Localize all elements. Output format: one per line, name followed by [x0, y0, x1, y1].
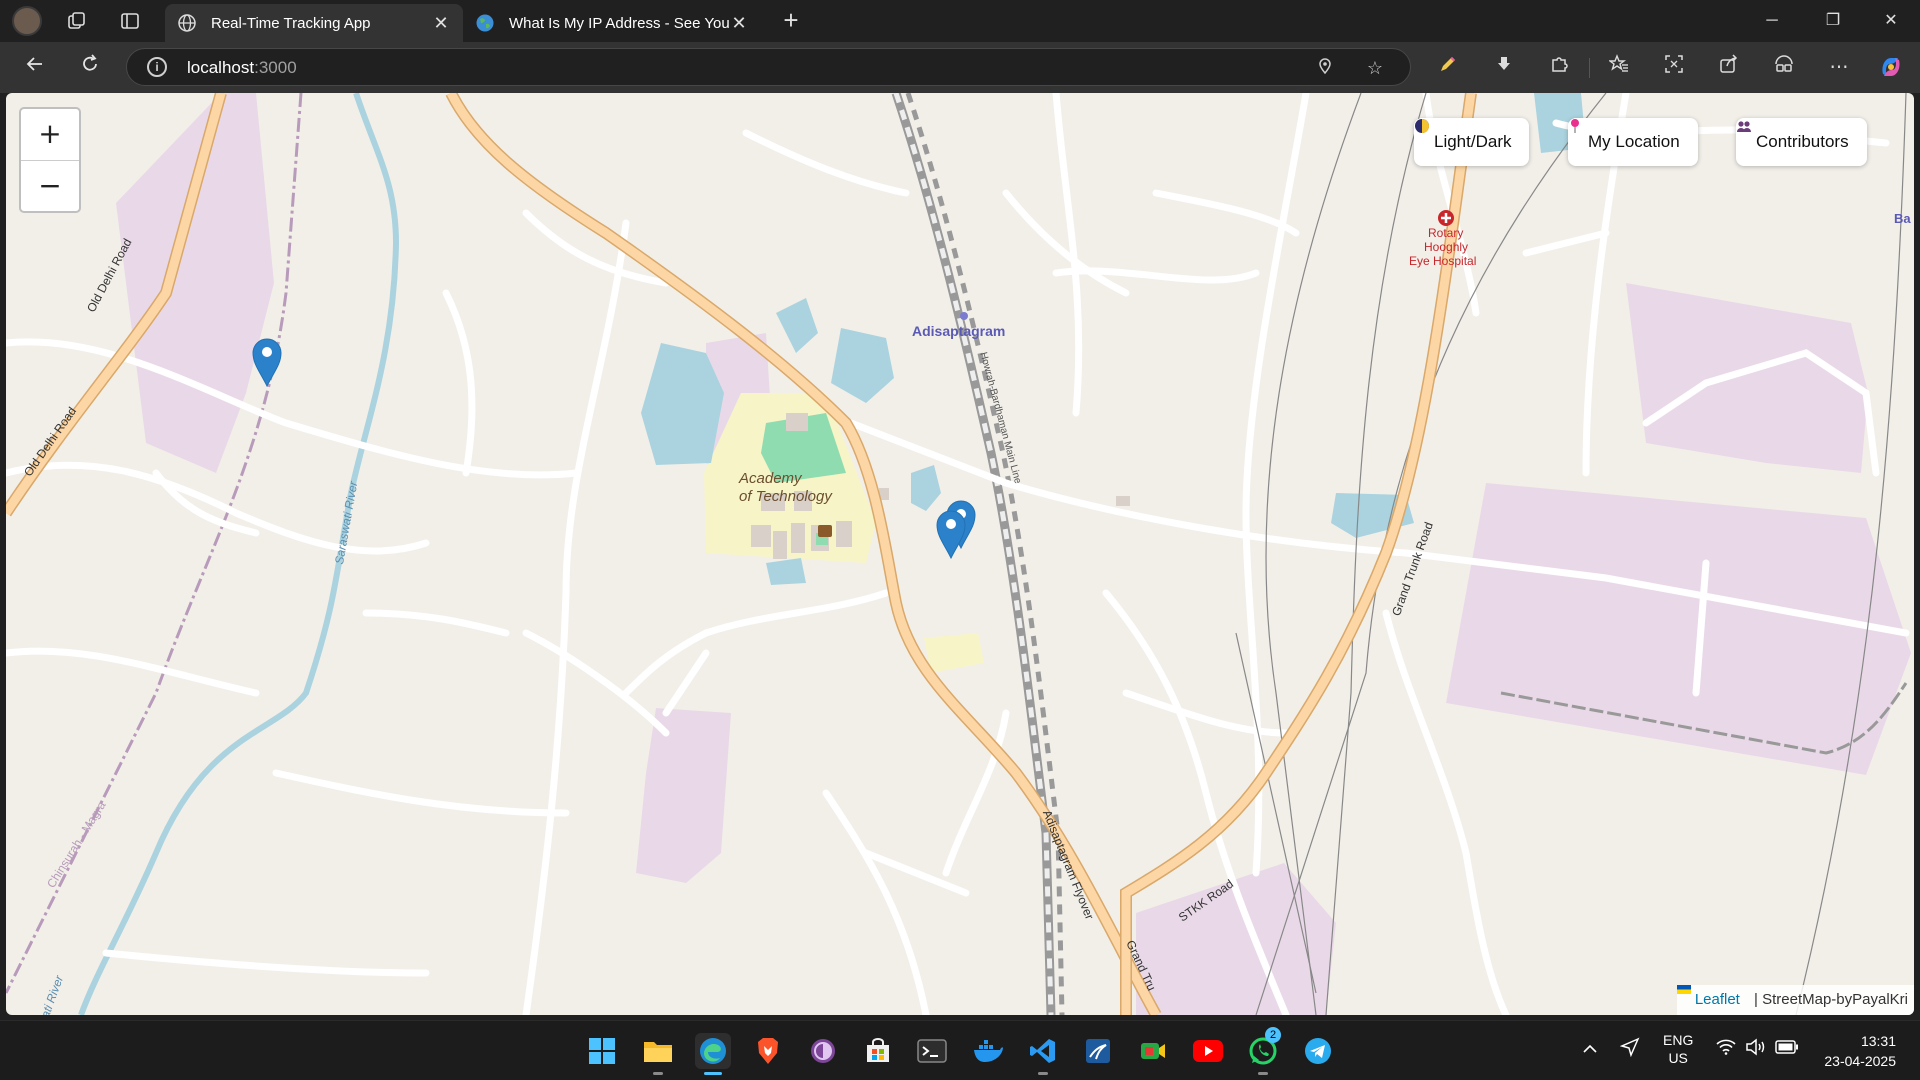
map-attribution: Leaflet | StreetMap-byPayalKri: [1676, 985, 1914, 1015]
clock-time: 13:31: [1860, 1033, 1896, 1049]
youtube-icon[interactable]: [1190, 1033, 1226, 1069]
ukraine-flag-icon: [1676, 985, 1691, 994]
my-location-label: My Location: [1588, 132, 1680, 151]
map-label-academy: of Technology: [739, 488, 832, 505]
refresh-icon: [83, 54, 97, 71]
map-label-hospital: Eye Hospital: [1409, 254, 1477, 268]
half-moon-icon: [1415, 119, 1429, 133]
workspaces-icon[interactable]: [64, 8, 90, 34]
tab-title: What Is My IP Address - See Your: [509, 14, 729, 32]
map-label-hospital: Hooghly: [1424, 240, 1469, 254]
terminal-icon[interactable]: [914, 1033, 950, 1069]
landuse-area: [1626, 283, 1868, 473]
tab-what-is-my-ip[interactable]: What Is My IP Address - See Your ✕: [463, 4, 761, 42]
pin-icon: [1571, 119, 1579, 133]
close-tab-icon[interactable]: ✕: [729, 13, 749, 34]
landuse-area: [1446, 483, 1911, 775]
light-dark-label: Light/Dark: [1434, 132, 1512, 151]
map-label-adisaptagram: Adisaptagram: [912, 323, 1006, 339]
windows-start-icon[interactable]: [584, 1033, 620, 1069]
library-icon: [818, 525, 832, 537]
url-text: localhost:3000: [187, 58, 297, 77]
landuse-area: [636, 708, 731, 883]
edge-icon[interactable]: [695, 1033, 731, 1075]
location-icon[interactable]: [1314, 57, 1336, 79]
tab-bar: Real-Time Tracking App ✕ What Is My IP A…: [0, 0, 1920, 42]
pond: [911, 465, 941, 511]
toolbar-divider: [1589, 58, 1590, 78]
contributors-button[interactable]: Contributors: [1736, 118, 1867, 166]
light-dark-button[interactable]: Light/Dark: [1414, 118, 1530, 166]
language-indicator[interactable]: ENG US: [1663, 1031, 1693, 1067]
favorite-star-icon[interactable]: ☆: [1364, 57, 1386, 79]
more-icon[interactable]: ⋯: [1825, 54, 1853, 82]
pond: [776, 298, 818, 353]
map-label-academy: Academy: [739, 470, 802, 487]
new-tab-button[interactable]: +: [776, 6, 806, 36]
clock[interactable]: 13:31 23-04-2025: [1824, 1031, 1896, 1071]
campus-area: [924, 633, 984, 673]
volume-icon[interactable]: [1745, 1038, 1767, 1059]
globe-icon: [178, 14, 196, 32]
landuse-area: [116, 93, 274, 473]
pen-extension-icon[interactable]: [1434, 54, 1462, 82]
brave-icon[interactable]: [750, 1033, 786, 1069]
my-location-button[interactable]: My Location: [1568, 118, 1698, 166]
pond: [766, 558, 806, 585]
map-label-edge: Ba: [1894, 211, 1911, 226]
download-icon[interactable]: [1490, 54, 1518, 82]
file-explorer-icon[interactable]: [640, 1033, 676, 1075]
copilot-icon[interactable]: [1877, 54, 1905, 82]
back-button[interactable]: [20, 53, 50, 83]
tab-title: Real-Time Tracking App: [211, 14, 371, 32]
location-marker[interactable]: [934, 508, 968, 560]
extensions-icon[interactable]: [1545, 54, 1573, 82]
leaflet-link[interactable]: Leaflet: [1695, 991, 1740, 1008]
clock-date: 23-04-2025: [1824, 1053, 1896, 1069]
share-icon[interactable]: [1715, 54, 1743, 82]
wifi-icon[interactable]: [1716, 1039, 1736, 1058]
whatsapp-badge: 2: [1265, 1027, 1281, 1043]
map-container[interactable]: Academy of Technology Adisaptagram Rotar…: [6, 93, 1914, 1015]
language-code: ENG: [1663, 1032, 1694, 1048]
refresh-button[interactable]: [75, 53, 105, 83]
tab-real-time-tracking[interactable]: Real-Time Tracking App ✕: [165, 4, 463, 42]
favorites-icon[interactable]: [1605, 54, 1633, 82]
restore-button[interactable]: ❐: [1813, 6, 1853, 36]
info-icon[interactable]: i: [147, 57, 167, 77]
close-tab-icon[interactable]: ✕: [431, 13, 451, 34]
browser-essentials-icon[interactable]: [1770, 54, 1798, 82]
taskbar: 2 ENG US 13:31 23-04-2025: [0, 1020, 1920, 1080]
contributors-label: Contributors: [1756, 132, 1849, 151]
location-marker[interactable]: [250, 336, 284, 388]
show-hidden-icons-icon[interactable]: [1583, 1041, 1597, 1057]
profile-avatar[interactable]: [12, 6, 42, 36]
address-bar-row: i localhost:3000 ☆ ⋯: [0, 42, 1920, 93]
url-input[interactable]: i localhost:3000 ☆: [126, 48, 1411, 86]
telegram-icon[interactable]: [1300, 1033, 1336, 1069]
map-label-hospital: Rotary: [1428, 226, 1464, 240]
minimize-button[interactable]: ─: [1752, 6, 1792, 36]
tor-icon[interactable]: [805, 1033, 841, 1069]
location-arrow-icon[interactable]: [1619, 1037, 1640, 1060]
screenshot-icon[interactable]: [1660, 54, 1688, 82]
vscode-icon[interactable]: [1025, 1033, 1061, 1075]
pond: [831, 328, 894, 403]
wireshark-icon[interactable]: [1080, 1033, 1116, 1069]
close-window-button[interactable]: ✕: [1871, 6, 1911, 36]
people-icon: [1737, 121, 1751, 132]
vertical-tabs-icon[interactable]: [117, 8, 143, 34]
whatsapp-icon[interactable]: 2: [1245, 1027, 1281, 1075]
battery-icon[interactable]: [1775, 1040, 1799, 1057]
zoom-control: + −: [19, 107, 81, 213]
camo-icon[interactable]: [1135, 1033, 1171, 1069]
back-icon: [26, 57, 42, 71]
keyboard-region: US: [1668, 1050, 1688, 1066]
attribution-text: | StreetMap-byPayalKri: [1754, 991, 1908, 1008]
zoom-out-button[interactable]: −: [21, 161, 79, 212]
docker-icon[interactable]: [970, 1033, 1006, 1069]
zoom-in-button[interactable]: +: [21, 109, 79, 161]
earth-favicon-icon: [476, 14, 494, 32]
store-icon[interactable]: [860, 1033, 896, 1069]
